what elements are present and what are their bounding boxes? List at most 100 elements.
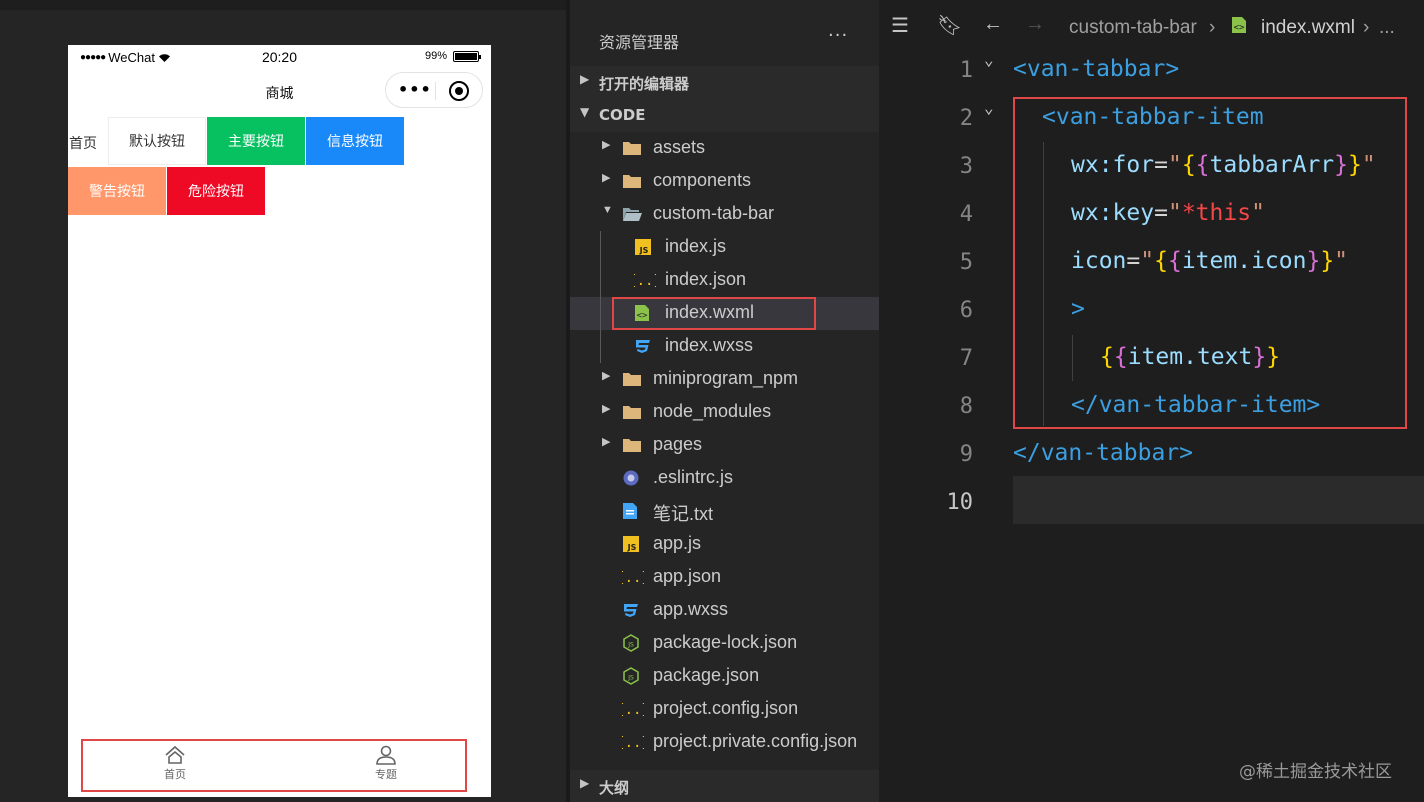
chevron-right-icon[interactable]: ▶	[602, 435, 610, 448]
folder-file-icon	[622, 139, 642, 157]
tree-item[interactable]: JS package.json	[570, 660, 879, 693]
simulator-pane: ●●●●● WeChat 20:20 99% 商城 ••• 首页 默认按钮 主要…	[0, 0, 566, 802]
explorer-title: 资源管理器	[599, 33, 680, 52]
eslint-file-icon	[622, 469, 642, 487]
capsule-divider	[435, 82, 436, 100]
tree-item[interactable]: ▶ pages	[570, 429, 879, 462]
section-open-editors[interactable]: ▶ 打开的编辑器	[570, 66, 879, 99]
fold-chevron-icon[interactable]: ⌄	[984, 50, 994, 69]
code-line[interactable]: 10	[879, 480, 1424, 528]
tree-item[interactable]: JS index.js	[570, 231, 879, 264]
svg-text:JS: JS	[627, 642, 634, 649]
forward-arrow-icon[interactable]: →	[1025, 13, 1045, 36]
tab-home[interactable]: 首页	[145, 745, 205, 782]
json-file-icon: {..}	[628, 271, 662, 289]
page-label: 首页	[69, 136, 97, 152]
explorer-header: 资源管理器 ···	[570, 0, 879, 66]
toolbar-strip	[0, 0, 566, 10]
danger-button[interactable]: 危险按钮	[167, 167, 265, 215]
chevron-right-icon[interactable]: ▶	[602, 138, 610, 151]
txt-file-icon	[622, 502, 642, 520]
tree-item[interactable]: ▼ custom-tab-bar	[570, 198, 879, 231]
tree-item-label: node_modules	[653, 401, 772, 421]
chevron-right-icon: ▶	[580, 72, 590, 86]
tree-item[interactable]: JS app.js	[570, 528, 879, 561]
explorer-more-icon[interactable]: ···	[828, 25, 848, 46]
bookmark-icon[interactable]: 🔖︎	[937, 13, 962, 38]
chevron-right-icon: ▶	[580, 776, 590, 790]
tree-item[interactable]: {..} app.json	[570, 561, 879, 594]
line-number: 1	[959, 58, 973, 83]
tree-item[interactable]: JS package-lock.json	[570, 627, 879, 660]
code-editor[interactable]: ☰ 🔖︎ ← → custom-tab-bar › <> index.wxml …	[879, 0, 1424, 802]
tree-item[interactable]: .eslintrc.js	[570, 462, 879, 495]
tree-item-label: app.wxss	[653, 599, 729, 619]
chevron-down-icon: ▼	[580, 105, 590, 119]
warning-button[interactable]: 警告按钮	[68, 167, 166, 215]
tree-item[interactable]: ▶ assets	[570, 132, 879, 165]
tree-item-label: index.wxss	[665, 335, 754, 355]
tree-item-label: index.json	[665, 269, 747, 289]
line-number: 8	[959, 394, 973, 419]
folder-file-icon	[622, 172, 642, 190]
chevron-down-icon[interactable]: ▼	[602, 204, 613, 216]
line-number: 3	[959, 154, 973, 179]
back-arrow-icon[interactable]: ←	[983, 13, 1003, 36]
tab-home-label: 首页	[164, 768, 186, 781]
breadcrumb-folder[interactable]: custom-tab-bar	[1069, 17, 1197, 39]
menu-capsule[interactable]: •••	[385, 72, 483, 108]
breadcrumb-more[interactable]: ...	[1379, 17, 1395, 39]
svg-text:<>: <>	[1234, 23, 1245, 33]
primary-button[interactable]: 主要按钮	[207, 117, 305, 165]
json-file-icon: {..}	[616, 568, 650, 586]
custom-tabbar: 首页 专题	[81, 739, 467, 792]
section-outline-label: 大纲	[599, 779, 630, 797]
tree-item[interactable]: {..} project.private.config.json	[570, 726, 879, 759]
wxml-file-icon: <>	[1231, 16, 1247, 40]
fold-chevron-icon[interactable]: ⌄	[984, 98, 994, 117]
tree-item-label: .eslintrc.js	[653, 467, 734, 487]
chevron-right-icon[interactable]: ▶	[602, 402, 610, 415]
line-number: 2	[959, 106, 973, 131]
battery-percent: 99%	[424, 50, 447, 62]
section-code[interactable]: ▼ CODE	[570, 99, 879, 132]
tree-item-label: custom-tab-bar	[653, 203, 775, 223]
breadcrumb: ☰ 🔖︎ ← → custom-tab-bar › <> index.wxml …	[879, 0, 1424, 48]
code-line[interactable]: 1 ⌄ <van-tabbar>	[879, 48, 1424, 96]
phone-screen: ●●●●● WeChat 20:20 99% 商城 ••• 首页 默认按钮 主要…	[68, 45, 491, 797]
default-button[interactable]: 默认按钮	[108, 117, 206, 165]
annotation-highlight-file	[612, 297, 816, 330]
info-button[interactable]: 信息按钮	[306, 117, 404, 165]
tree-item-label: project.private.config.json	[653, 731, 858, 751]
close-miniprogram-icon[interactable]	[449, 81, 469, 101]
breadcrumb-file[interactable]: index.wxml	[1261, 17, 1355, 39]
chevron-right-icon[interactable]: ▶	[602, 369, 610, 382]
tree-item[interactable]: app.wxss	[570, 594, 879, 627]
js-file-icon: JS	[622, 535, 642, 553]
section-code-label: CODE	[599, 106, 646, 124]
chevron-right-icon[interactable]: ▶	[602, 171, 610, 184]
tree-item[interactable]: {..} project.config.json	[570, 693, 879, 726]
tree-item[interactable]: 笔记.txt	[570, 495, 879, 528]
tab-topic[interactable]: 专题	[356, 745, 416, 782]
tree-item[interactable]: ▶ components	[570, 165, 879, 198]
section-outline[interactable]: ▶ 大纲	[570, 770, 879, 802]
tree-item[interactable]: index.wxss	[570, 330, 879, 363]
battery-icon	[453, 50, 481, 62]
explorer-panel: 资源管理器 ··· ▶ 打开的编辑器 ▼ CODE ▶ assets ▶ compon…	[570, 0, 879, 802]
wxss-file-icon	[622, 601, 642, 619]
wxss-file-icon	[634, 337, 654, 355]
tree-item[interactable]: ▶ node_modules	[570, 396, 879, 429]
line-number: 6	[959, 298, 973, 323]
tree-item[interactable]: {..} index.json	[570, 264, 879, 297]
tree-item[interactable]: ▶ miniprogram_npm	[570, 363, 879, 396]
list-icon[interactable]: ☰	[891, 13, 909, 38]
line-number: 10	[946, 490, 974, 515]
more-icon[interactable]: •••	[398, 80, 432, 100]
line-number: 5	[959, 250, 973, 275]
code-line[interactable]: 9 </van-tabbar>	[879, 432, 1424, 480]
folder-file-icon	[622, 403, 642, 421]
json-file-icon: {..}	[616, 733, 650, 751]
watermark: @稀土掘金技术社区	[1239, 762, 1392, 782]
home-icon	[165, 745, 185, 764]
